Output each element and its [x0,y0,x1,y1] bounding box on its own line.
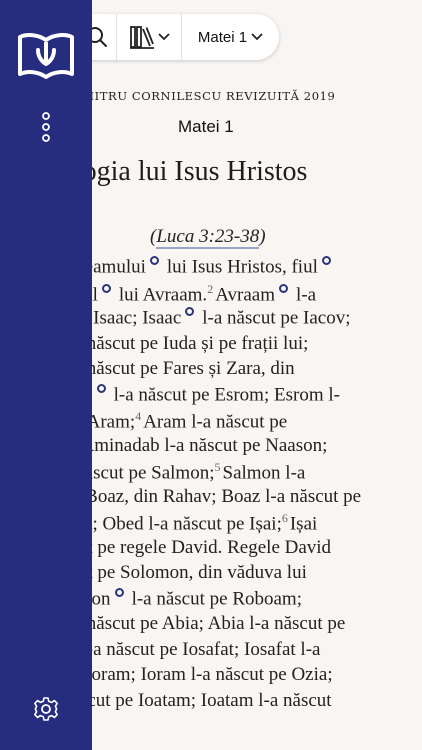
chevron-down-icon [157,33,170,41]
verse-text-fragment: i-a născut pe Iuda și pe frații lui; [62,332,309,354]
verse-text-fragment: af l-a născut pe Iosafat; Iosafat l-a [62,638,321,660]
verse-number: 6 [281,511,288,525]
verse-line: născut pe Ioatam; Ioatam l-a născut [62,690,332,716]
footnote-marker-icon[interactable] [278,283,288,293]
more-vertical-icon[interactable] [40,112,52,142]
verse-text-fragment: Rut; Obed l-a născut pe Ișai; [65,513,282,535]
verse-line: Rut; Obed l-a născut pe Ișai;6 Ișai [65,511,317,537]
verse-line: a neamului lui Isus Hristos, fiul [62,256,339,282]
footnote-marker-icon[interactable] [149,256,159,265]
verse-line: e Boaz, din Rahav; Boaz l-a născut pe [72,486,361,512]
verse-text-fragment: născut pe Ioatam; Ioatam l-a născut [62,689,332,711]
verse-text-fragment: i-a născut pe Fares și Zara, din [62,358,295,379]
open-book-logo-icon[interactable] [17,30,75,82]
verse-number: 4 [135,409,142,423]
verse-line: a născut pe Salmon;5 Salmon l-a [62,460,305,486]
verse-text-fragment: scut pe regele David. Regele David [62,536,332,558]
chapter-selector-label: Matei 1 [197,28,248,46]
chevron-down-icon [251,33,263,41]
reader-toolbar: Matei 1 [60,14,279,60]
footnote-marker-icon[interactable] [114,587,124,597]
verse-text-fragment: e Ioram; Ioram l-a născut pe Ozia; [72,664,333,685]
verse-text-fragment: lui Isus Hristos, fiul [166,256,318,278]
verse-line: e Ioram; Ioram l-a născut pe Ozia; [72,664,333,690]
verse-line: scut pe regele David. Regele David [62,537,331,563]
verse-line: pe Aram;4 Aram l-a născut pe [65,409,287,435]
verse-line: i-a născut pe Iuda și pe frații lui; [62,333,308,359]
verse-line: l-a născut pe Abia; Abia l-a născut pe [62,613,345,639]
verse-text-fragment: Ișai [289,513,318,535]
verse-text-fragment: l-a născut pe Abia; Abia l-a născut pe [62,613,346,634]
footnote-marker-icon[interactable] [321,256,331,265]
verse-line: af l-a născut pe Iosafat; Iosafat l-a [62,639,320,665]
footnote-marker-icon[interactable] [96,383,106,393]
nav-drawer [0,0,92,750]
verse-number: 2 [207,281,214,296]
verse-line: i-a născut pe Fares și Zara, din [62,358,295,384]
verse-text-fragment: l-a născut pe Roboam; [131,587,302,609]
chapter-title-label: Matei 1 [178,117,234,136]
verse-text-fragment: Avraam [215,283,275,305]
library-button[interactable] [117,14,181,60]
verse-line: scut pe Solomon, din văduva lui [62,562,307,588]
verse-line: b; Aminadab l-a născut pe Naason; [62,435,327,461]
footnote-marker-icon[interactable] [185,307,195,316]
verse-text-fragment: e Isaac; Isaac [80,307,182,329]
chapter-selector[interactable]: Matei 1 [182,14,279,60]
verse-text-fragment: l-a [295,283,317,305]
books-icon [129,26,154,49]
verse-line: , fiullui Avraam.2Avraaml-a [62,282,316,308]
verse-text-fragment: lui Avraam. [118,283,208,305]
verse-text-fragment: Aram l-a născut pe [143,411,288,433]
verse-line: aresl-a născut pe Esrom; Esrom l- [62,383,340,410]
verse-text-fragment: scut pe Solomon, din văduva lui [62,562,307,583]
verse-text-fragment: b; Aminadab l-a născut pe Naason; [62,434,328,456]
cross-reference-link[interactable]: Luca 3:23-38 [156,226,260,249]
verse-line: lomonl-a născut pe Roboam; [62,587,302,614]
verse-text-fragment: l-a născut pe Iacov; [202,307,351,329]
verse-text-fragment: Salmon l-a [222,462,306,484]
verse-number: 5 [214,460,221,474]
verse-text-fragment: e Boaz, din Rahav; Boaz l-a născut pe [72,485,362,507]
footnote-marker-icon[interactable] [101,283,111,293]
verse-line: e Isaac; Isaac l-a născut pe Iacov; [80,307,351,333]
verse-text-fragment: l-a născut pe Esrom; Esrom l- [113,383,340,405]
cross-reference[interactable]: (Luca 3:23-38) [150,226,266,249]
gear-icon[interactable] [33,696,59,722]
